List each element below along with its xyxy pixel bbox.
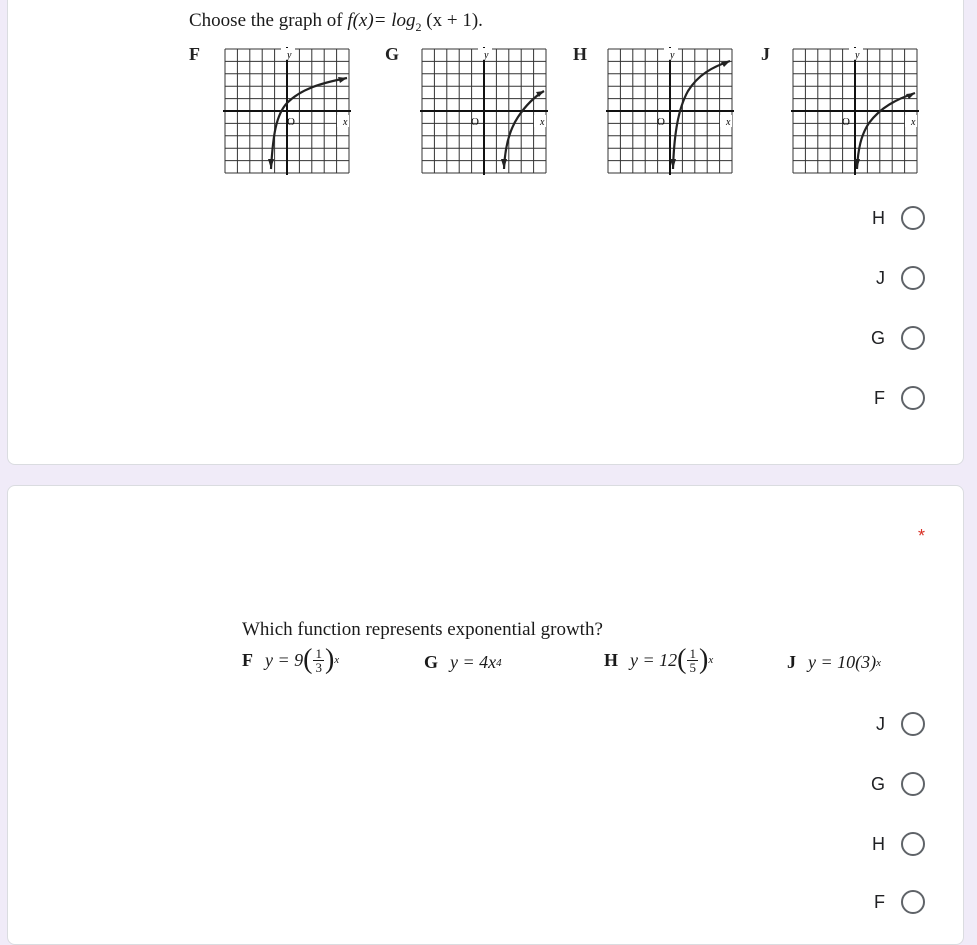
graph-j-y-label: y	[854, 50, 860, 61]
graph-g-letter: G	[385, 44, 400, 64]
exponent: x	[334, 654, 340, 666]
q1-choice-j[interactable]: J	[871, 262, 925, 294]
graph-g-y-label: y	[483, 50, 489, 61]
graph-h: y x O	[604, 45, 736, 177]
question-1-function: f(x)= log	[347, 10, 416, 31]
q1-choice-label: F	[874, 387, 885, 408]
option-expression: y = 9	[265, 649, 304, 670]
graph-f-letter: F	[189, 44, 200, 64]
graph-j-origin-label: O	[842, 116, 850, 128]
graph-g-x-label: x	[539, 117, 545, 128]
fraction: 15	[687, 645, 698, 675]
option-key: J	[787, 652, 796, 672]
question-1-title: Choose the graph of f(x)= log2 (x + 1).	[189, 10, 483, 35]
fraction: 13	[313, 645, 324, 675]
question-2-title: Which function represents exponential gr…	[242, 619, 603, 640]
q2-choice-j[interactable]: J	[871, 708, 925, 740]
option-expression: y = 12	[630, 649, 678, 670]
graph-h-letter: H	[573, 44, 588, 64]
q2-option-j: J y = 10(3) x	[787, 652, 881, 673]
radio-button[interactable]	[901, 326, 925, 350]
q1-choice-label: H	[872, 207, 885, 228]
option-key: F	[242, 649, 253, 670]
graph-h-y-label: y	[669, 50, 675, 61]
radio-button[interactable]	[901, 772, 925, 796]
radio-button[interactable]	[901, 712, 925, 736]
graph-h-origin-label: O	[657, 116, 665, 128]
q2-option-f: F y = 9 (1 3) x	[242, 644, 340, 675]
radio-button[interactable]	[901, 266, 925, 290]
option-expression: y = 10(3)	[808, 652, 877, 672]
graph-f-plot: y x O	[223, 47, 351, 175]
graph-g-plot: y x O	[420, 47, 548, 175]
q2-choice-label: H	[872, 833, 885, 854]
graph-j-letter: J	[761, 44, 770, 64]
graph-g-origin-label: O	[471, 116, 479, 128]
q2-choice-f[interactable]: F	[871, 886, 925, 918]
graph-g: y x O	[418, 45, 550, 177]
graph-f: y x O	[221, 45, 353, 177]
exponent: 4	[496, 656, 502, 669]
q1-choice-g[interactable]: G	[871, 322, 925, 354]
radio-button[interactable]	[901, 386, 925, 410]
graph-f-origin-label: O	[287, 116, 295, 128]
option-expression: y = 4x	[450, 652, 497, 672]
radio-button[interactable]	[901, 890, 925, 914]
required-indicator: *	[917, 526, 925, 546]
q1-choice-f[interactable]: F	[871, 382, 925, 414]
radio-button[interactable]	[901, 206, 925, 230]
q2-choice-label: J	[876, 713, 885, 734]
q2-option-g: G y = 4x 4	[424, 652, 502, 673]
option-key: G	[424, 652, 439, 672]
graph-j: y x O	[789, 45, 921, 177]
radio-button[interactable]	[901, 832, 925, 856]
graph-j-plot: y x O	[791, 47, 919, 175]
graph-j-curve	[855, 91, 916, 170]
graph-h-x-label: x	[725, 117, 731, 128]
question-1-title-text: Choose the graph of	[189, 10, 348, 31]
q1-choice-label: J	[876, 267, 885, 288]
q2-choice-g[interactable]: G	[871, 768, 925, 800]
q2-choice-h[interactable]: H	[871, 828, 925, 860]
question-1-argument: (x + 1).	[421, 10, 483, 31]
q2-choice-label: F	[874, 891, 885, 912]
option-key: H	[604, 649, 619, 670]
exponent: x	[876, 656, 882, 669]
q1-choice-h[interactable]: H	[871, 202, 925, 234]
exponent: x	[708, 654, 714, 666]
graph-f-x-label: x	[342, 117, 348, 128]
q2-choice-label: G	[870, 773, 885, 794]
q1-choice-label: G	[870, 327, 885, 348]
graph-j-x-label: x	[910, 117, 916, 128]
graph-h-plot: y x O	[606, 47, 734, 175]
graph-g-curve	[502, 90, 545, 170]
graph-f-y-label: y	[286, 50, 292, 61]
question-card-2: * Which function represents exponential …	[7, 485, 964, 945]
q2-option-h: H y = 12 (1 5) x	[604, 644, 714, 675]
question-card-1: Choose the graph of f(x)= log2 (x + 1). …	[7, 0, 964, 465]
